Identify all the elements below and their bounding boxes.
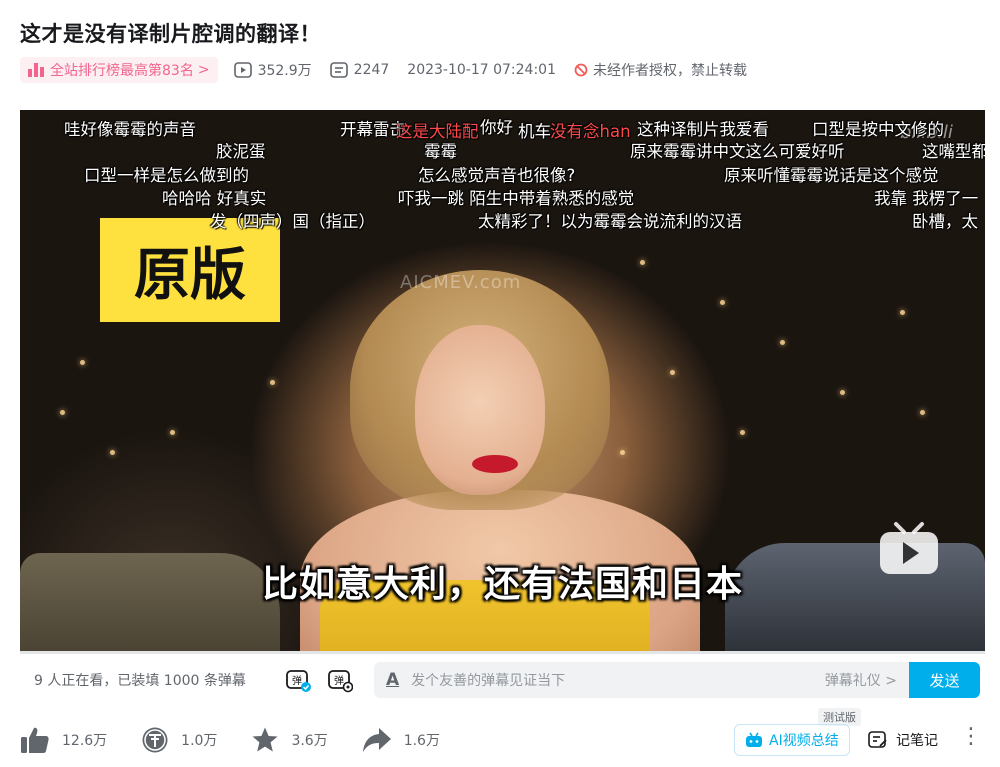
video-player[interactable]: AICMEV.com bilibili 原版 哇好像霉霉的声音 开幕雷击 这是大… bbox=[20, 110, 985, 653]
danmaku-item: 哇好像霉霉的声音 bbox=[64, 120, 196, 139]
bilibili-tv-play-icon[interactable] bbox=[878, 520, 940, 576]
star-icon bbox=[252, 727, 278, 752]
danmaku-etiquette-link[interactable]: 弹幕礼仪 > bbox=[825, 670, 897, 690]
danmaku-item: 哈哈哈 好真实 bbox=[162, 189, 267, 208]
share-button[interactable]: 1.6万 bbox=[362, 727, 440, 753]
take-notes-button[interactable]: 记笔记 bbox=[868, 724, 938, 756]
video-title: 这才是没有译制片腔调的翻译！ bbox=[20, 22, 321, 46]
danmaku-item: 发（四声）国（指正） bbox=[210, 212, 375, 231]
notes-icon bbox=[868, 731, 887, 748]
danmaku-item: 口型是按中文修的 bbox=[812, 120, 944, 139]
ai-summary-button[interactable]: AI视频总结 bbox=[734, 724, 850, 756]
publish-time: 2023-10-17 07:24:01 bbox=[407, 62, 556, 78]
like-count: 12.6万 bbox=[62, 733, 108, 749]
danmaku-item: 怎么感觉声音也很像? bbox=[418, 166, 576, 185]
video-action-bar: 12.6万 1.0万 3.6万 1.6万 测试版 AI视频总结 记笔记 ⋮ bbox=[20, 708, 985, 760]
danmaku-toggle-button[interactable]: 弹 bbox=[284, 666, 312, 694]
danmaku-item: 你好 bbox=[480, 118, 513, 137]
danmaku-toggle-icon: 弹 bbox=[286, 670, 311, 692]
danmaku-send-bar: 9 人正在看，已装填 1000 条弹幕 弹 弹 A 发个友善的弹幕见证当下 弹幕… bbox=[20, 654, 985, 706]
danmaku-item: 原来霉霉讲中文这么可爱好听 bbox=[630, 142, 845, 161]
danmaku-input-placeholder: 发个友善的弹幕见证当下 bbox=[411, 673, 566, 689]
coin-icon bbox=[142, 727, 168, 753]
watermark: AICMEV.com bbox=[400, 272, 522, 293]
original-version-badge: 原版 bbox=[100, 218, 280, 322]
danmaku-count-value: 2247 bbox=[353, 62, 390, 78]
thumbs-up-icon bbox=[21, 727, 49, 753]
danmaku-item: 这嘴型都 bbox=[922, 142, 985, 161]
video-subtitle: 比如意大利，还有法国和日本 bbox=[261, 564, 743, 605]
view-count-value: 352.9万 bbox=[257, 63, 312, 79]
danmaku-item: 胶泥蛋 bbox=[216, 142, 266, 161]
view-count: 352.9万 bbox=[233, 60, 312, 80]
copyright-notice-text: 未经作者授权，禁止转载 bbox=[593, 63, 747, 79]
coin-button[interactable]: 1.0万 bbox=[141, 726, 217, 754]
font-style-icon[interactable]: A bbox=[386, 670, 399, 690]
danmaku-item: 太精彩了！以为霉霉会说流利的汉语 bbox=[478, 212, 742, 231]
like-button[interactable]: 12.6万 bbox=[20, 726, 107, 754]
play-count-icon bbox=[233, 62, 252, 78]
rank-label: 全站排行榜最高第83名 bbox=[50, 63, 194, 79]
danmaku-count-icon bbox=[329, 62, 348, 78]
svg-text:弹: 弹 bbox=[292, 674, 302, 687]
danmaku-item: 这种译制片我爱看 bbox=[637, 120, 769, 139]
ai-robot-icon bbox=[746, 732, 762, 747]
danmaku-item: 我靠 我楞了一 bbox=[874, 189, 979, 208]
viewer-info: 9 人正在看，已装填 1000 条弹幕 bbox=[34, 673, 246, 689]
danmaku-item: 卧槽，太 bbox=[912, 212, 978, 231]
danmaku-settings-icon: 弹 bbox=[328, 670, 353, 693]
share-arrow-icon bbox=[362, 728, 391, 752]
danmaku-item: 原来听懂霉霉说话是这个感觉 bbox=[724, 166, 939, 185]
danmaku-item: 口型一样是怎么做到的 bbox=[84, 166, 249, 185]
video-meta: 全站排行榜最高第83名 > 352.9万 2247 2023-10-17 07:… bbox=[20, 56, 747, 84]
svg-text:弹: 弹 bbox=[334, 674, 344, 687]
forbidden-icon bbox=[574, 63, 588, 77]
danmaku-input[interactable]: A 发个友善的弹幕见证当下 弹幕礼仪 > bbox=[374, 662, 909, 698]
share-count: 1.6万 bbox=[403, 733, 440, 749]
danmaku-count: 2247 bbox=[329, 62, 390, 78]
favorite-button[interactable]: 3.6万 bbox=[251, 726, 328, 754]
danmaku-item: 霉霉 bbox=[424, 142, 457, 161]
favorite-count: 3.6万 bbox=[291, 733, 328, 749]
person-lips bbox=[472, 455, 518, 473]
danmaku-item: 吓我一跳 陌生中带着熟悉的感觉 bbox=[398, 189, 635, 208]
danmaku-item: 没有念han bbox=[550, 122, 631, 141]
rank-icon bbox=[28, 63, 44, 77]
send-danmaku-button[interactable]: 发送 bbox=[909, 662, 980, 698]
copyright-notice: 未经作者授权，禁止转载 bbox=[574, 60, 747, 80]
danmaku-item: 机车 bbox=[518, 122, 551, 141]
chevron-right-icon: > bbox=[197, 62, 210, 78]
rank-badge[interactable]: 全站排行榜最高第83名 > bbox=[20, 57, 218, 83]
coin-count: 1.0万 bbox=[181, 733, 218, 749]
ai-summary-label: AI视频总结 bbox=[769, 733, 839, 749]
more-options-icon[interactable]: ⋮ bbox=[960, 726, 982, 748]
danmaku-settings-button[interactable]: 弹 bbox=[326, 666, 354, 694]
take-notes-label: 记笔记 bbox=[896, 733, 938, 749]
